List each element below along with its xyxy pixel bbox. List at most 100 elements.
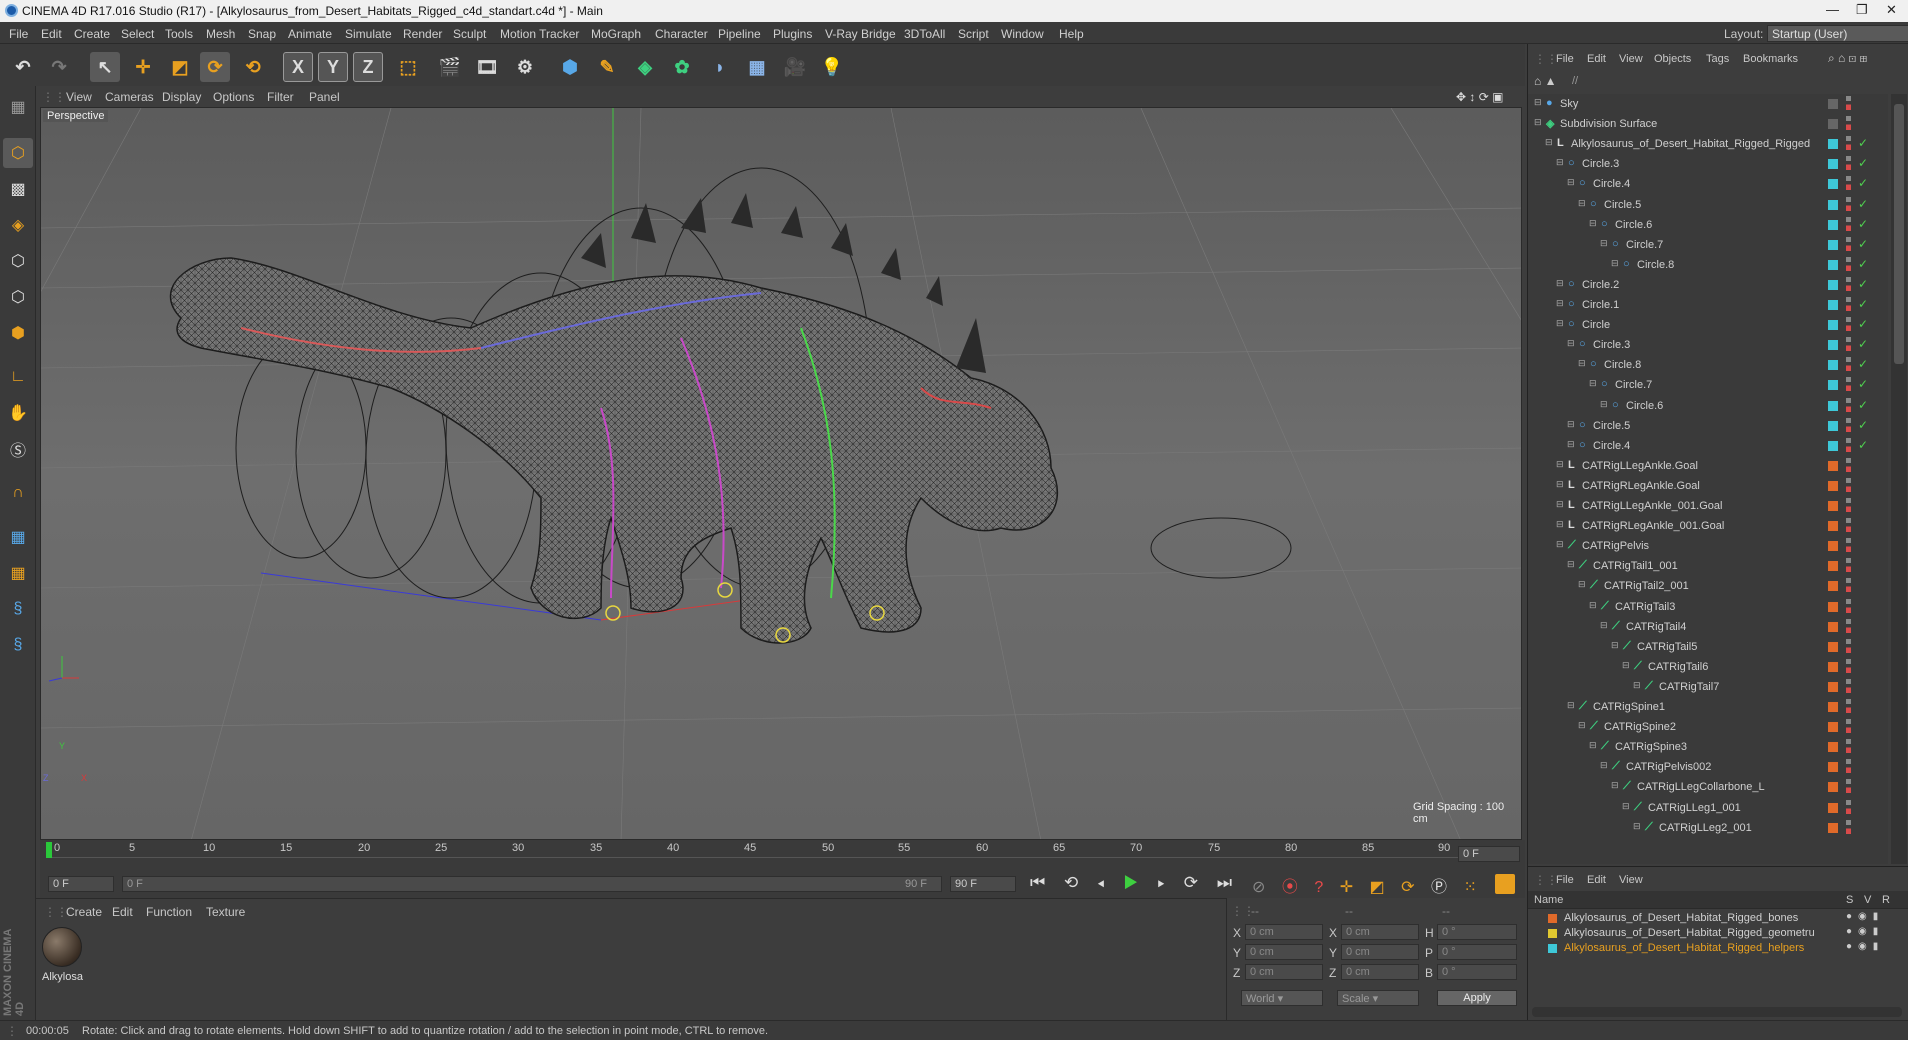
- object-row[interactable]: ⊟ ● Sky: [1528, 94, 1888, 114]
- object-row[interactable]: ⊟ ○ Circle.2 ✓: [1528, 275, 1888, 295]
- redo-icon[interactable]: ↷: [44, 52, 74, 82]
- expand-toggle-icon[interactable]: ⊟: [1556, 278, 1564, 289]
- layout-select[interactable]: Startup (User): [1767, 25, 1908, 42]
- visibility-dots-icon[interactable]: [1846, 116, 1851, 131]
- visibility-dots-icon[interactable]: [1846, 518, 1851, 533]
- playback-controls[interactable]: ⏮ ⟲ ◂ ▶ ▸ ⟳ ⏭: [1030, 873, 1239, 893]
- enabled-check-icon[interactable]: ✓: [1858, 176, 1868, 190]
- expand-toggle-icon[interactable]: ⊟: [1556, 459, 1564, 470]
- visibility-dots-icon[interactable]: [1846, 819, 1851, 834]
- menu-file[interactable]: File: [9, 27, 28, 41]
- expand-toggle-icon[interactable]: ⊟: [1567, 338, 1575, 349]
- menu-help[interactable]: Help: [1059, 27, 1084, 41]
- layer-color-icon[interactable]: [1828, 480, 1838, 491]
- menu-3dtoall[interactable]: 3DToAll: [904, 27, 945, 41]
- visibility-dots-icon[interactable]: [1846, 377, 1851, 392]
- expand-toggle-icon[interactable]: ⊟: [1589, 740, 1597, 751]
- layer-color-icon[interactable]: [1828, 380, 1838, 391]
- polygons-mode-icon[interactable]: ⬢: [3, 318, 33, 348]
- timeline-ruler[interactable]: 0 5 10 15 20 25 30 35 40 45 50 55 60 65 …: [40, 840, 1525, 870]
- expand-toggle-icon[interactable]: ⊟: [1567, 177, 1575, 188]
- menu-mesh[interactable]: Mesh: [206, 27, 235, 41]
- visibility-dots-icon[interactable]: [1846, 779, 1851, 794]
- layer-color-icon[interactable]: [1828, 320, 1838, 331]
- lock-workplane-icon[interactable]: ▦: [3, 522, 33, 552]
- menu-edit[interactable]: Edit: [41, 27, 62, 41]
- layer-color-icon[interactable]: [1828, 279, 1838, 290]
- expand-toggle-icon[interactable]: ⊟: [1578, 198, 1586, 209]
- snap-icon[interactable]: Ⓢ: [3, 434, 33, 464]
- expand-toggle-icon[interactable]: ⊟: [1589, 600, 1597, 611]
- expand-toggle-icon[interactable]: ⊟: [1600, 399, 1608, 410]
- expand-toggle-icon[interactable]: ⊟: [1633, 680, 1641, 691]
- expand-toggle-icon[interactable]: ⊟: [1600, 620, 1608, 631]
- layer-color-icon[interactable]: [1828, 259, 1838, 270]
- object-row[interactable]: ⊟ ⟋ CATRigSpine1: [1528, 697, 1888, 717]
- menu-character[interactable]: Character: [655, 27, 708, 41]
- menu-pipeline[interactable]: Pipeline: [718, 27, 761, 41]
- object-row[interactable]: ⊟ ○ Circle.3 ✓: [1528, 154, 1888, 174]
- layer-color-icon[interactable]: [1828, 641, 1838, 652]
- python-script-2-icon[interactable]: §: [3, 630, 33, 660]
- select-tool-icon[interactable]: ↖: [90, 52, 120, 82]
- visibility-dots-icon[interactable]: [1846, 477, 1851, 492]
- layer-color-icon[interactable]: [1828, 119, 1838, 130]
- visibility-dots-icon[interactable]: [1846, 678, 1851, 693]
- menu-select[interactable]: Select: [121, 27, 154, 41]
- visibility-dots-icon[interactable]: [1846, 357, 1851, 372]
- layer-toggle-icons[interactable]: ●◉▮: [1846, 911, 1884, 922]
- layer-row[interactable]: Alkylosaurus_of_Desert_Habitat_Rigged_bo…: [1528, 911, 1908, 926]
- object-row[interactable]: ⊟ ○ Circle.3 ✓: [1528, 335, 1888, 355]
- viewport-menu-cameras[interactable]: Cameras: [105, 90, 154, 104]
- enabled-check-icon[interactable]: ✓: [1858, 418, 1868, 432]
- expand-toggle-icon[interactable]: ⊟: [1567, 559, 1575, 570]
- end-frame-field[interactable]: 90 F: [950, 876, 1016, 892]
- om-menu-edit[interactable]: Edit: [1587, 53, 1606, 65]
- render-view-icon[interactable]: 🎬: [435, 52, 465, 82]
- visibility-dots-icon[interactable]: [1846, 136, 1851, 151]
- rotation-p-field[interactable]: 0 °: [1437, 944, 1517, 960]
- material-menu-function[interactable]: Function: [146, 905, 192, 919]
- visibility-dots-icon[interactable]: [1846, 317, 1851, 332]
- layer-color-icon[interactable]: [1828, 541, 1838, 552]
- menu-plugins[interactable]: Plugins: [773, 27, 812, 41]
- layer-color-icon[interactable]: [1828, 521, 1838, 532]
- menu-mograph[interactable]: MoGraph: [591, 27, 641, 41]
- menu-vray-bridge[interactable]: V-Ray Bridge: [825, 27, 896, 41]
- visibility-dots-icon[interactable]: [1846, 96, 1851, 110]
- layer-color-icon[interactable]: [1828, 661, 1838, 672]
- expand-toggle-icon[interactable]: ⊟: [1600, 238, 1608, 249]
- visibility-dots-icon[interactable]: [1846, 538, 1851, 553]
- layer-color-icon[interactable]: [1828, 400, 1838, 411]
- current-frame-field[interactable]: 0 F: [1458, 846, 1520, 862]
- planar-workplane-icon[interactable]: ▦: [3, 558, 33, 588]
- object-row[interactable]: ⊟ ⟋ CATRigPelvis: [1528, 536, 1888, 556]
- om-menu-file[interactable]: File: [1556, 53, 1574, 65]
- points-mode-icon[interactable]: ⬡: [3, 246, 33, 276]
- layer-color-icon[interactable]: [1828, 239, 1838, 250]
- enabled-check-icon[interactable]: ✓: [1858, 277, 1868, 291]
- expand-toggle-icon[interactable]: ⊟: [1567, 700, 1575, 711]
- coord-system-select[interactable]: World ▾: [1241, 990, 1323, 1006]
- floor-icon[interactable]: ▦: [742, 52, 772, 82]
- expand-toggle-icon[interactable]: ⊟: [1556, 318, 1564, 329]
- object-row[interactable]: ⊟ ○ Circle.6 ✓: [1528, 215, 1888, 235]
- visibility-dots-icon[interactable]: [1846, 759, 1851, 774]
- layer-color-icon[interactable]: [1828, 561, 1838, 572]
- layer-row[interactable]: Alkylosaurus_of_Desert_Habitat_Rigged_ge…: [1528, 926, 1908, 941]
- layer-color-icon[interactable]: [1548, 944, 1557, 953]
- visibility-dots-icon[interactable]: [1846, 176, 1851, 191]
- rotation-h-field[interactable]: 0 °: [1437, 924, 1517, 940]
- layer-color-icon[interactable]: [1828, 501, 1838, 511]
- close-button[interactable]: ✕: [1886, 2, 1897, 18]
- visibility-dots-icon[interactable]: [1846, 498, 1851, 512]
- layer-color-icon[interactable]: [1828, 440, 1838, 451]
- 3d-viewport[interactable]: Perspective Grid Spacing : 100 cm Y Z X: [40, 107, 1522, 840]
- layer-color-icon[interactable]: [1828, 340, 1838, 351]
- edges-mode-icon[interactable]: ⬡: [3, 282, 33, 312]
- object-row[interactable]: ⊟ ⟋ CATRigLLeg2_001: [1528, 818, 1888, 838]
- enabled-check-icon[interactable]: ✓: [1858, 377, 1868, 391]
- expand-toggle-icon[interactable]: ⊟: [1556, 157, 1564, 168]
- expand-toggle-icon[interactable]: ⊟: [1545, 137, 1553, 148]
- layer-toggle-icons[interactable]: ●◉▮: [1846, 926, 1884, 937]
